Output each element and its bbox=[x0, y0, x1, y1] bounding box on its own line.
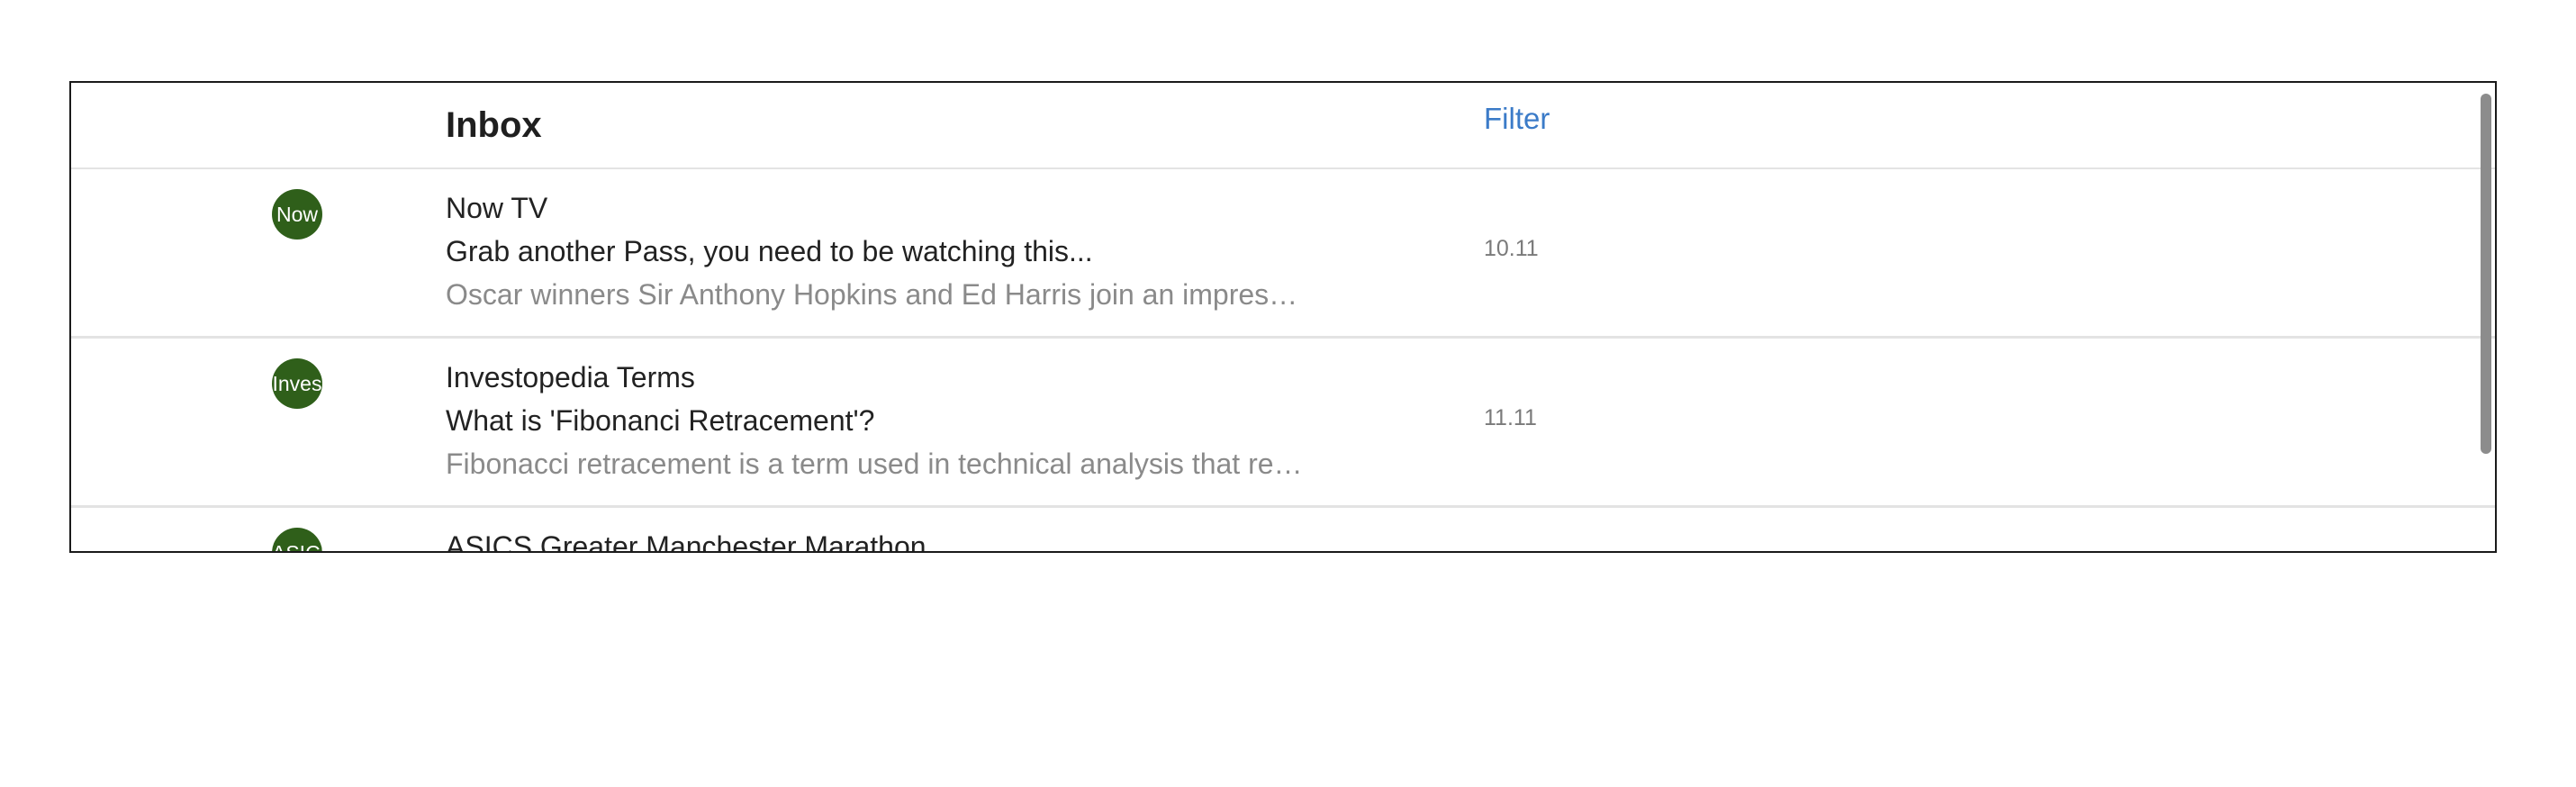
message-row[interactable]: ASICS ASICS Greater Manchester Marathon bbox=[71, 508, 2495, 553]
filter-link[interactable]: Filter bbox=[1484, 97, 1550, 140]
avatar: ASICS bbox=[272, 528, 322, 551]
message-preview: Fibonacci retracement is a term used in … bbox=[446, 448, 1310, 480]
message-subject: Grab another Pass, you need to be watchi… bbox=[446, 235, 1093, 267]
message-sender: Now TV bbox=[446, 192, 548, 224]
message-sender: Investopedia Terms bbox=[446, 361, 695, 394]
page-title: Inbox bbox=[446, 105, 542, 145]
avatar: Now bbox=[272, 189, 322, 240]
message-row[interactable]: Inves Investopedia Terms What is 'Fibona… bbox=[71, 339, 2495, 508]
message-subject: What is 'Fibonanci Retracement'? bbox=[446, 404, 875, 437]
inbox-header: Inbox Filter bbox=[71, 83, 2495, 169]
avatar: Inves bbox=[272, 358, 322, 409]
message-time: 11.11 bbox=[1484, 405, 1537, 430]
message-preview: Oscar winners Sir Anthony Hopkins and Ed… bbox=[446, 278, 1310, 311]
message-time: 10.11 bbox=[1484, 236, 1539, 261]
inbox-panel: Inbox Filter Now Now TV Grab another Pas… bbox=[69, 81, 2497, 553]
message-row[interactable]: Now Now TV Grab another Pass, you need t… bbox=[71, 169, 2495, 339]
scrollbar[interactable] bbox=[2481, 94, 2491, 454]
message-sender: ASICS Greater Manchester Marathon bbox=[446, 530, 926, 553]
